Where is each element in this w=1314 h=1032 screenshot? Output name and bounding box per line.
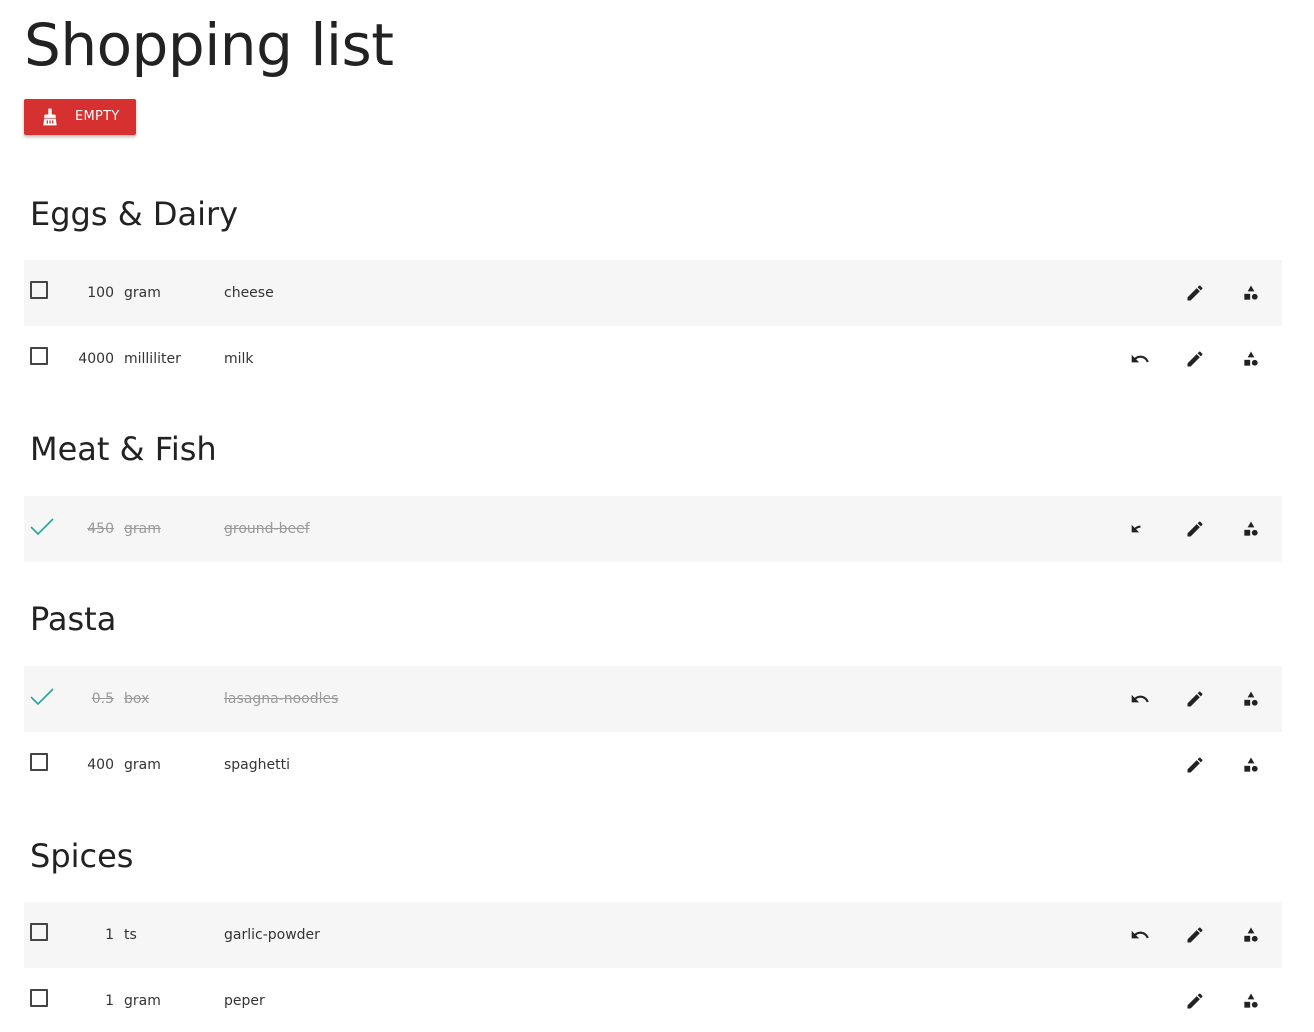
undo-icon[interactable]	[1130, 925, 1150, 945]
item-name: ground-beef	[224, 521, 310, 537]
item-name: lasagna-noodles	[224, 691, 339, 707]
checkmark-icon	[30, 688, 54, 705]
broom-icon	[43, 108, 57, 126]
pencil-icon[interactable]	[1185, 925, 1205, 945]
item-checkbox[interactable]	[30, 753, 48, 771]
item-unit: ts	[124, 927, 137, 943]
item-checkbox[interactable]	[30, 347, 48, 365]
pencil-icon[interactable]	[1185, 519, 1205, 539]
item-quantity: 100	[87, 285, 114, 301]
pencil-icon[interactable]	[1185, 689, 1205, 709]
undo-icon[interactable]	[1130, 349, 1150, 369]
item-quantity: 400	[87, 757, 114, 773]
item-name: cheese	[224, 285, 274, 301]
shapes-icon[interactable]	[1241, 925, 1261, 945]
pencil-icon[interactable]	[1185, 349, 1205, 369]
list-item: 0.5 box lasagna-noodles	[24, 666, 1282, 732]
item-checkbox-checked[interactable]	[30, 517, 54, 535]
list-item: 100 gram cheese	[24, 260, 1282, 326]
item-name: garlic-powder	[224, 927, 320, 943]
item-checkbox[interactable]	[30, 989, 48, 1007]
item-name: peper	[224, 993, 265, 1009]
list-item: 450 gram ground-beef	[24, 496, 1282, 562]
item-unit: gram	[124, 757, 161, 773]
item-checkbox[interactable]	[30, 923, 48, 941]
empty-button[interactable]: EMPTY	[24, 99, 136, 135]
section-title: Eggs & Dairy	[30, 195, 239, 233]
item-unit: milliliter	[124, 351, 181, 367]
item-quantity: 1	[105, 993, 114, 1009]
list-item: 1 ts garlic-powder	[24, 902, 1282, 968]
shapes-icon[interactable]	[1241, 349, 1261, 369]
item-checkbox[interactable]	[30, 281, 48, 299]
undo-icon[interactable]	[1130, 519, 1150, 539]
item-name: milk	[224, 351, 254, 367]
pencil-icon[interactable]	[1185, 283, 1205, 303]
page-title: Shopping list	[24, 11, 394, 79]
item-quantity: 1	[105, 927, 114, 943]
checkmark-icon	[30, 518, 54, 535]
item-unit: box	[124, 691, 150, 707]
list-item: 1 gram peper	[24, 968, 1282, 1032]
shapes-icon[interactable]	[1241, 283, 1261, 303]
item-name: spaghetti	[224, 757, 291, 773]
item-unit: gram	[124, 285, 161, 301]
item-quantity: 450	[87, 521, 114, 537]
item-quantity: 0.5	[91, 691, 114, 707]
item-unit: gram	[124, 993, 161, 1009]
item-checkbox-checked[interactable]	[30, 687, 54, 705]
pencil-icon[interactable]	[1185, 991, 1205, 1011]
shapes-icon[interactable]	[1241, 991, 1261, 1011]
shopping-list-page: Shopping list EMPTY Eggs & Dairy 100 gra…	[0, 0, 1314, 1032]
item-quantity: 4000	[78, 351, 114, 367]
shapes-icon[interactable]	[1241, 689, 1261, 709]
item-unit: gram	[124, 521, 161, 537]
list-item: 4000 milliliter milk	[24, 326, 1282, 392]
pencil-icon[interactable]	[1185, 755, 1205, 775]
section-title: Pasta	[30, 600, 117, 638]
section-title: Meat & Fish	[30, 430, 217, 468]
undo-icon[interactable]	[1130, 689, 1150, 709]
section-title: Spices	[30, 837, 134, 875]
shapes-icon[interactable]	[1241, 519, 1261, 539]
shapes-icon[interactable]	[1241, 755, 1261, 775]
empty-button-label: EMPTY	[75, 109, 120, 124]
list-item: 400 gram spaghetti	[24, 732, 1282, 798]
